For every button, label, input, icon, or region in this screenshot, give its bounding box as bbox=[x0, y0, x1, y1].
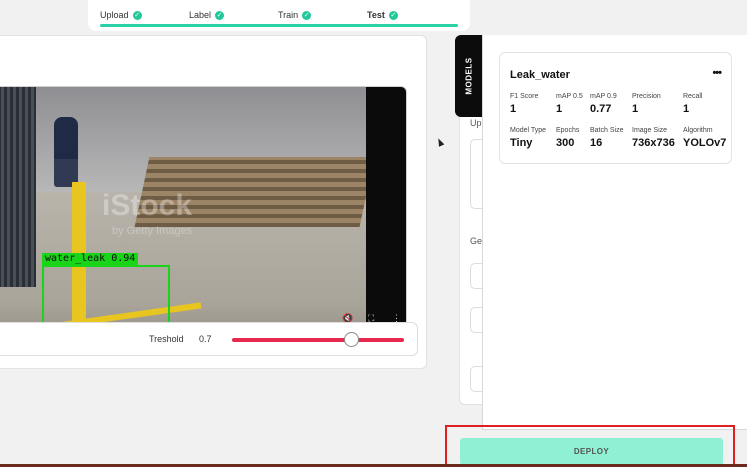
metric-value: 16 bbox=[590, 137, 603, 149]
step-train-label: Train bbox=[278, 10, 299, 20]
metric-image-size: Image Size 736x736 bbox=[632, 127, 675, 149]
threshold-slider-handle[interactable] bbox=[344, 332, 359, 347]
metric-model-type: Model Type Tiny bbox=[510, 127, 546, 149]
progress-stepper: Upload ✓ Label ✓ Train ✓ Test ✓ bbox=[88, 0, 470, 31]
metric-value: YOLOv7 bbox=[683, 137, 727, 149]
metric-key: Recall bbox=[683, 93, 703, 100]
more-menu-icon[interactable]: ••• bbox=[712, 67, 722, 79]
mouse-cursor-icon bbox=[434, 135, 446, 149]
metric-f1-score: F1 Score 1 bbox=[510, 93, 538, 115]
models-tab[interactable]: MODELS bbox=[455, 35, 483, 117]
metric-batch-size: Batch Size 16 bbox=[590, 127, 623, 149]
video-letterbox bbox=[366, 87, 406, 341]
general-heading-fragment: Ge bbox=[470, 236, 483, 246]
metric-value: 300 bbox=[556, 137, 575, 149]
metric-map-09: mAP 0.9 0.77 bbox=[590, 93, 617, 115]
threshold-label: Treshold bbox=[149, 334, 184, 344]
metric-value: 0.77 bbox=[590, 103, 612, 115]
test-video[interactable]: iStock by Getty Images water_leak 0.94 🔇… bbox=[0, 87, 406, 341]
metric-key: Algorithm bbox=[683, 127, 713, 134]
check-icon: ✓ bbox=[132, 10, 142, 20]
watermark-sub: by Getty Images bbox=[112, 225, 193, 237]
upload-heading-fragment: Up bbox=[470, 118, 482, 128]
metric-recall: Recall 1 bbox=[683, 93, 702, 115]
metric-value: 736x736 bbox=[632, 137, 675, 149]
video-scene-person bbox=[54, 117, 78, 187]
metric-key: mAP 0.9 bbox=[590, 93, 617, 100]
models-tab-label: MODELS bbox=[464, 57, 474, 95]
watermark: iStock bbox=[102, 189, 193, 222]
step-test[interactable]: Test ✓ bbox=[367, 10, 398, 20]
stepper-progress-bar bbox=[100, 24, 458, 27]
test-panel: iStock by Getty Images water_leak 0.94 🔇… bbox=[0, 35, 427, 369]
model-card[interactable]: Leak_water ••• F1 Score 1 mAP 0.5 1 mAP … bbox=[499, 52, 732, 164]
metric-value: 1 bbox=[556, 103, 563, 115]
metric-key: Precision bbox=[632, 93, 661, 100]
metric-key: F1 Score bbox=[510, 93, 539, 100]
metric-key: Batch Size bbox=[590, 127, 624, 134]
threshold-value: 0.7 bbox=[199, 334, 212, 344]
step-train[interactable]: Train ✓ bbox=[278, 10, 312, 20]
metric-key: Epochs bbox=[556, 127, 580, 134]
check-icon: ✓ bbox=[215, 10, 225, 20]
threshold-slider-track[interactable] bbox=[232, 338, 404, 342]
step-label[interactable]: Label ✓ bbox=[189, 10, 225, 20]
metric-value: Tiny bbox=[510, 137, 533, 149]
metric-epochs: Epochs 300 bbox=[556, 127, 579, 149]
detection-label: water_leak 0.94 bbox=[42, 253, 139, 265]
check-icon: ✓ bbox=[388, 10, 398, 20]
model-name: Leak_water bbox=[510, 69, 570, 81]
metric-value: 1 bbox=[632, 103, 639, 115]
models-drawer: Leak_water ••• F1 Score 1 mAP 0.5 1 mAP … bbox=[482, 35, 747, 430]
metric-value: 1 bbox=[510, 103, 517, 115]
video-scene-rack bbox=[0, 87, 36, 287]
metric-key: Model Type bbox=[510, 127, 547, 134]
deploy-highlight-box bbox=[445, 425, 735, 467]
step-test-label: Test bbox=[367, 10, 385, 20]
metric-algorithm: Algorithm YOLOv7 bbox=[683, 127, 726, 149]
metric-key: mAP 0.5 bbox=[556, 93, 583, 100]
metric-precision: Precision 1 bbox=[632, 93, 661, 115]
video-frame: iStock by Getty Images water_leak 0.94 🔇… bbox=[0, 86, 407, 342]
metric-key: Image Size bbox=[632, 127, 668, 134]
step-upload[interactable]: Upload ✓ bbox=[100, 10, 142, 20]
step-label-label: Label bbox=[189, 10, 212, 20]
step-upload-label: Upload bbox=[100, 10, 129, 20]
check-icon: ✓ bbox=[302, 10, 312, 20]
metric-map-05: mAP 0.5 1 bbox=[556, 93, 583, 115]
threshold-row: Treshold 0.7 bbox=[0, 322, 418, 356]
metric-value: 1 bbox=[683, 103, 690, 115]
